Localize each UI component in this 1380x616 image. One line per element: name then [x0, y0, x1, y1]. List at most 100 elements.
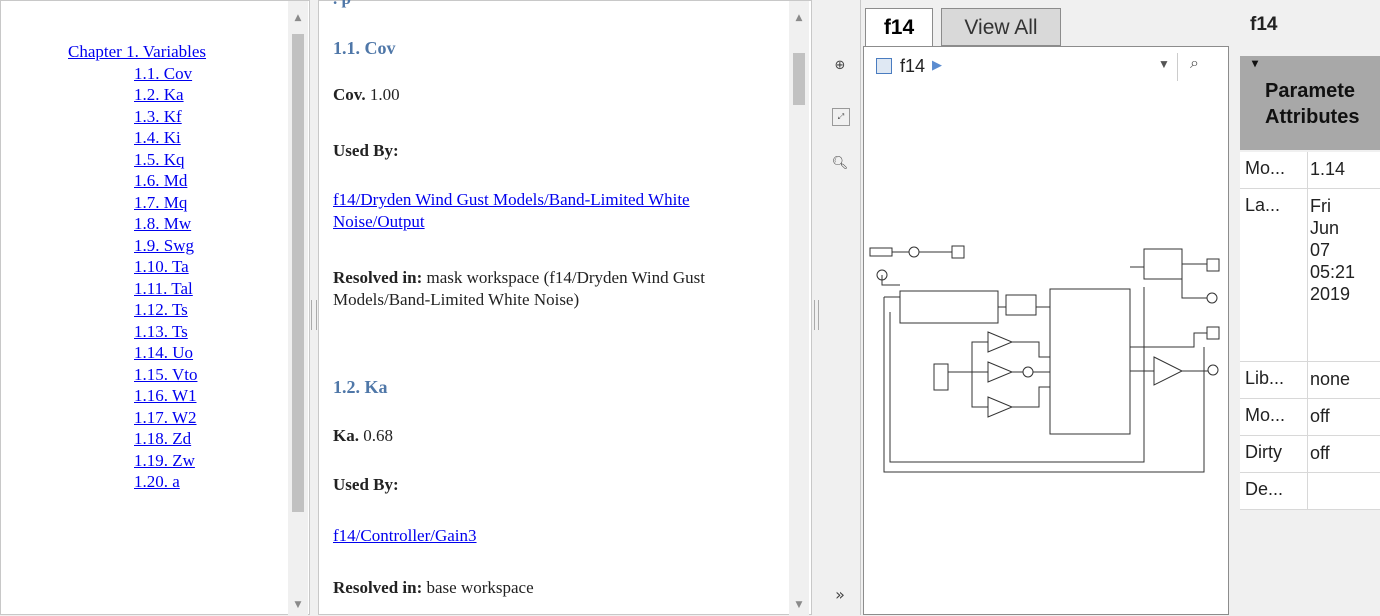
toc-section-link[interactable]: 1.16. W1	[1, 385, 283, 407]
scope-block	[951, 245, 965, 259]
toc-scrollbar[interactable]: ▲ ▼	[288, 1, 308, 616]
simulink-panel: ⊕ ⤢ 🔍︎ » f14 View All f14 ▶ ▼ ⌕ f14 ▾ Pa…	[820, 0, 1380, 615]
property-row[interactable]: De...	[1240, 473, 1380, 510]
used-by-label: Used By:	[333, 141, 399, 160]
scroll-thumb[interactable]	[292, 34, 304, 512]
property-value: Fri Jun 07 05:21 2019	[1310, 196, 1366, 304]
property-value: none	[1310, 369, 1351, 389]
scroll-up-icon[interactable]: ▲	[288, 9, 308, 27]
column-divider	[1307, 399, 1308, 435]
divider	[1177, 53, 1178, 81]
toc-section-link[interactable]: 1.8. Mw	[1, 213, 283, 235]
tab-f14[interactable]: f14	[865, 8, 933, 48]
property-row[interactable]: Mo... 1.14	[1240, 152, 1380, 189]
toc-section-link[interactable]: 1.15. Vto	[1, 364, 283, 386]
block-wind	[869, 247, 893, 257]
property-inspector: f14 ▾ Paramete Attributes Mo... 1.14 La.…	[1240, 0, 1380, 615]
sum-block	[908, 246, 920, 258]
zoom-in-icon[interactable]: 🔍︎	[830, 154, 850, 174]
toc-section-link[interactable]: 1.9. Swg	[1, 235, 283, 257]
column-divider	[1307, 189, 1308, 361]
scroll-down-icon[interactable]: ▼	[288, 596, 308, 614]
hide-show-icon[interactable]: ⊕	[830, 56, 850, 76]
block-diagram[interactable]	[864, 237, 1228, 487]
section-title-line1: Paramete	[1265, 80, 1356, 102]
toc-section-link[interactable]: 1.7. Mq	[1, 192, 283, 214]
property-key: De...	[1245, 479, 1284, 499]
toc-section-link[interactable]: 1.10. Ta	[1, 256, 283, 278]
toc-list: Chapter 1. Variables 1.1. Cov 1.2. Ka 1.3. …	[1, 41, 283, 493]
address-bar: f14 ▶ ▼ ⌕	[864, 47, 1228, 87]
resolved-in-cov: Resolved in: mask workspace (f14/Dryden …	[333, 268, 705, 309]
toc-section-link[interactable]: 1.20. a	[1, 471, 283, 493]
toc-section-link[interactable]: 1.12. Ts	[1, 299, 283, 321]
cut-off-heading: . p	[333, 0, 351, 10]
toc-section-link[interactable]: 1.6. Md	[1, 170, 283, 192]
toc-section-link[interactable]: 1.17. W2	[1, 407, 283, 429]
block-aircraft	[1049, 288, 1131, 435]
model-canvas[interactable]: f14 ▶ ▼ ⌕	[863, 46, 1229, 615]
scroll-thumb[interactable]	[793, 53, 805, 105]
column-divider	[1307, 436, 1308, 472]
content-pane: . p 1.1. Cov Cov. 1.00 Used By: f14/Dryd…	[318, 0, 812, 616]
property-key: Lib...	[1245, 368, 1285, 388]
used-by-link[interactable]: f14/Dryden Wind Gust Models/Band-Limited…	[333, 190, 690, 231]
toc-chapter-link[interactable]: Chapter 1. Variables	[1, 41, 283, 63]
toc-section-link[interactable]: 1.13. Ts	[1, 321, 283, 343]
property-key: Dirty	[1245, 442, 1282, 462]
toc-section-link[interactable]: 1.14. Uo	[1, 342, 283, 364]
fit-to-view-icon[interactable]: ⤢	[832, 108, 850, 126]
block-actuator	[1005, 294, 1037, 316]
block-pilot	[1143, 248, 1183, 280]
property-value: 1.14	[1310, 159, 1346, 179]
used-by-label: Used By:	[333, 475, 399, 494]
breadcrumb-arrow-icon[interactable]: ▶	[932, 57, 942, 73]
pane-splitter[interactable]	[311, 300, 317, 330]
tab-view-all[interactable]: View All	[941, 8, 1061, 46]
block-dryden	[899, 290, 999, 324]
property-value: off	[1310, 406, 1330, 426]
scroll-down-icon[interactable]: ▼	[789, 596, 809, 614]
toc-section-link[interactable]: 1.5. Kq	[1, 149, 283, 171]
property-row[interactable]: La... Fri Jun 07 05:21 2019	[1240, 189, 1380, 362]
double-chevron-right-icon[interactable]: »	[830, 585, 850, 605]
variable-value-ka: Ka. 0.68	[333, 426, 393, 445]
search-icon[interactable]: ⌕	[1190, 55, 1199, 73]
collapse-icon[interactable]: ▾	[1252, 56, 1258, 70]
used-by-link-ka[interactable]: f14/Controller/Gain3	[333, 525, 477, 547]
toc-pane: Chapter 1. Variables 1.1. Cov 1.2. Ka 1.3. …	[0, 0, 310, 616]
block-stick	[933, 363, 949, 391]
dropdown-arrow-icon[interactable]: ▼	[1158, 57, 1170, 71]
model-icon	[876, 58, 892, 74]
toc-section-link[interactable]: 1.2. Ka	[1, 84, 283, 106]
scroll-up-icon[interactable]: ▲	[789, 9, 809, 27]
property-value: off	[1310, 443, 1330, 463]
section-title-line2: Attributes	[1265, 106, 1360, 128]
toc-section-link[interactable]: 1.19. Zw	[1, 450, 283, 472]
pane-splitter[interactable]	[814, 300, 819, 330]
content-scrollbar[interactable]: ▲ ▼	[789, 1, 809, 616]
breadcrumb[interactable]: f14	[900, 56, 925, 77]
property-row[interactable]: Lib... none	[1240, 362, 1380, 399]
used-by-link[interactable]: f14/Controller/Gain3	[333, 526, 477, 545]
toc-section-link[interactable]: 1.18. Zd	[1, 428, 283, 450]
column-divider	[1307, 152, 1308, 188]
toc-section-link[interactable]: 1.11. Tal	[1, 278, 283, 300]
section-heading-cov: 1.1. Cov	[333, 38, 396, 58]
property-row[interactable]: Dirty off	[1240, 436, 1380, 473]
resolved-in-ka: Resolved in: base workspace	[333, 578, 534, 597]
toc-section-link[interactable]: 1.3. Kf	[1, 106, 283, 128]
column-divider	[1307, 473, 1308, 509]
inspector-section-header[interactable]: ▾ Paramete Attributes	[1240, 56, 1380, 150]
property-key: La...	[1245, 195, 1281, 215]
toc-section-link[interactable]: 1.4. Ki	[1, 127, 283, 149]
vertical-toolstrip: ⊕ ⤢ 🔍︎ »	[820, 0, 861, 615]
property-key: Mo...	[1245, 158, 1286, 178]
property-key: Mo...	[1245, 405, 1286, 425]
property-row[interactable]: Mo... off	[1240, 399, 1380, 436]
used-by-link-cov[interactable]: f14/Dryden Wind Gust Models/Band-Limited…	[333, 189, 783, 233]
inspector-title: f14	[1250, 14, 1278, 35]
toc-section-link[interactable]: 1.1. Cov	[1, 63, 283, 85]
column-divider	[1307, 362, 1308, 398]
section-heading-ka: 1.2. Ka	[333, 377, 388, 397]
